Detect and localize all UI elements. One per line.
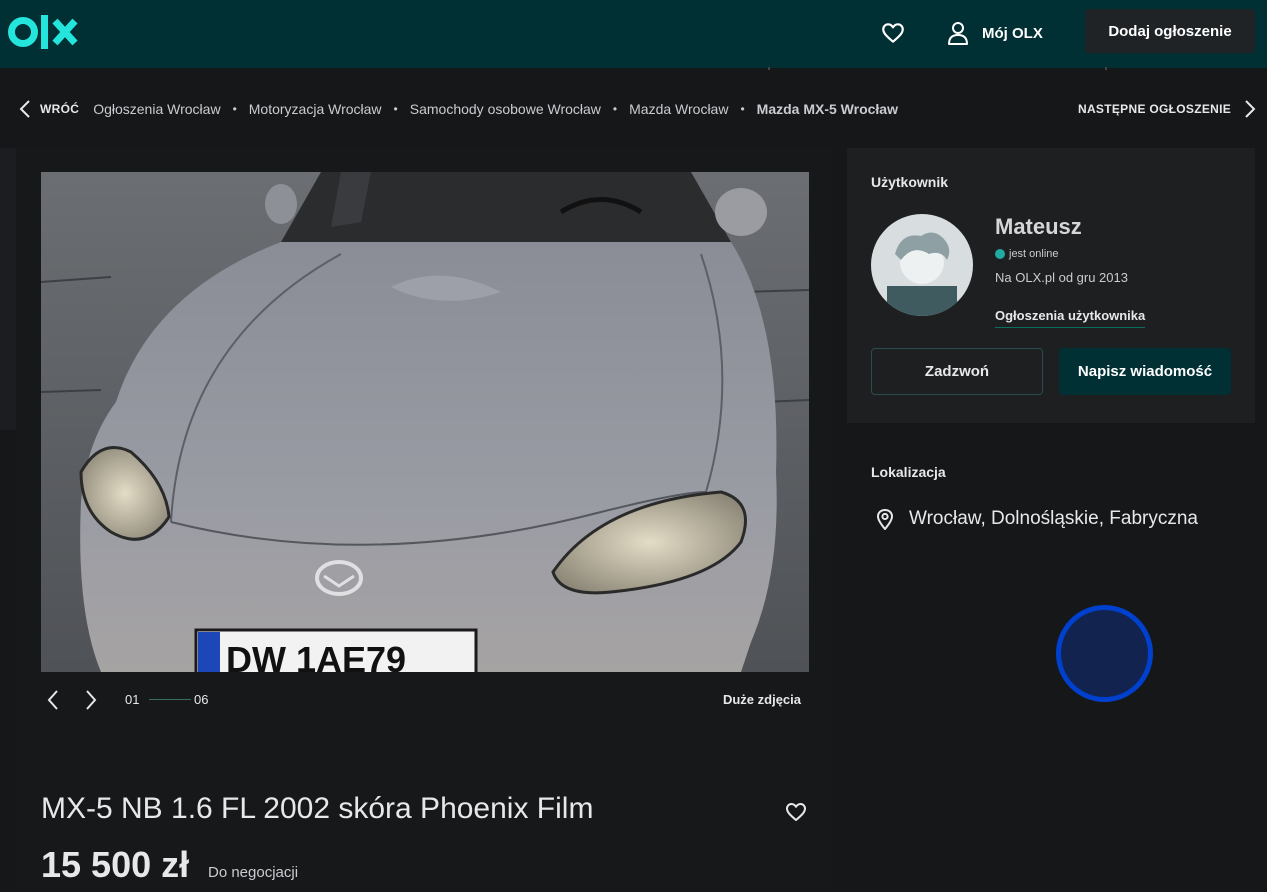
member-since: Na OLX.pl od gru 2013 [995, 270, 1128, 285]
large-photos-link[interactable]: Duże zdjęcia [723, 692, 801, 707]
olx-logo[interactable] [8, 12, 82, 52]
online-label: jest online [1009, 248, 1059, 260]
online-status: jest online [995, 248, 1059, 260]
location-pin-icon [876, 508, 894, 530]
user-heading: Użytkownik [871, 174, 949, 190]
plate-text: DW 1AE79 [226, 639, 406, 672]
divider [1105, 67, 1107, 70]
back-link[interactable]: WRÓĆ [18, 99, 79, 119]
negotiable-label: Do negocjacji [208, 864, 299, 881]
breadcrumb: WRÓĆ Ogłoszenia Wrocław • Motoryzacja Wr… [18, 96, 898, 122]
breadcrumb-separator: • [612, 102, 618, 116]
gallery-controls: 01 06 Duże zdjęcia [41, 688, 809, 712]
breadcrumb-separator: • [393, 102, 398, 116]
location-row: Wrocław, Dolnośląskie, Fabryczna [875, 508, 1198, 530]
ad-price: 15 500 zł [41, 844, 190, 885]
chevron-left-icon [19, 100, 30, 118]
gallery-prev-button[interactable] [46, 689, 60, 711]
breadcrumb-separator: • [740, 102, 745, 116]
breadcrumb-separator: • [232, 102, 237, 116]
chevron-right-icon [1245, 100, 1256, 118]
my-olx-label: Mój OLX [982, 24, 1043, 42]
ad-title: MX-5 NB 1.6 FL 2002 skóra Phoenix Film [41, 792, 594, 825]
car-photo: DW 1AE79 [41, 172, 809, 672]
breadcrumb-current: Mazda MX-5 Wrocław [756, 101, 898, 117]
avatar[interactable] [871, 214, 973, 316]
breadcrumb-item[interactable]: Motoryzacja Wrocław [249, 101, 382, 117]
online-dot-icon [995, 249, 1005, 259]
breadcrumb-item[interactable]: Mazda Wrocław [629, 101, 728, 117]
location-heading: Lokalizacja [871, 464, 946, 480]
user-ads-link[interactable]: Ogłoszenia użytkownika [995, 308, 1146, 328]
breadcrumb-item[interactable]: Samochody osobowe Wrocław [410, 101, 601, 117]
favorites-button[interactable] [880, 20, 906, 46]
gallery-next-button[interactable] [84, 689, 98, 711]
next-ad-label: NASTĘPNE OGŁOSZENIE [1078, 102, 1232, 116]
gallery-progress [149, 699, 191, 700]
breadcrumb-item[interactable]: Ogłoszenia Wrocław [93, 101, 220, 117]
location-address: Wrocław, Dolnośląskie, Fabryczna [909, 508, 1198, 529]
top-bar: Mój OLX Dodaj ogłoszenie [0, 0, 1267, 68]
heart-icon [882, 23, 904, 43]
add-ad-button[interactable]: Dodaj ogłoszenie [1085, 9, 1255, 53]
send-message-button[interactable]: Napisz wiadomość [1059, 348, 1231, 395]
user-name: Mateusz [995, 214, 1082, 239]
heart-icon [786, 803, 806, 821]
avatar-placeholder-icon [871, 214, 973, 316]
gallery-current-index: 01 [125, 692, 140, 707]
user-card: Użytkownik Mateusz jest online Na OLX.pl… [847, 148, 1255, 423]
observe-ad-button[interactable] [784, 800, 808, 829]
back-label: WRÓĆ [40, 102, 80, 116]
main-photo[interactable]: DW 1AE79 [41, 172, 809, 672]
map-loading-spinner [1056, 605, 1153, 702]
call-button[interactable]: Zadzwoń [871, 348, 1043, 395]
user-icon [948, 22, 968, 45]
gallery-total: 06 [194, 692, 209, 707]
next-ad-link[interactable]: NASTĘPNE OGŁOSZENIE [1078, 96, 1257, 122]
my-olx-link[interactable]: Mój OLX [946, 20, 1043, 46]
divider [768, 67, 770, 70]
